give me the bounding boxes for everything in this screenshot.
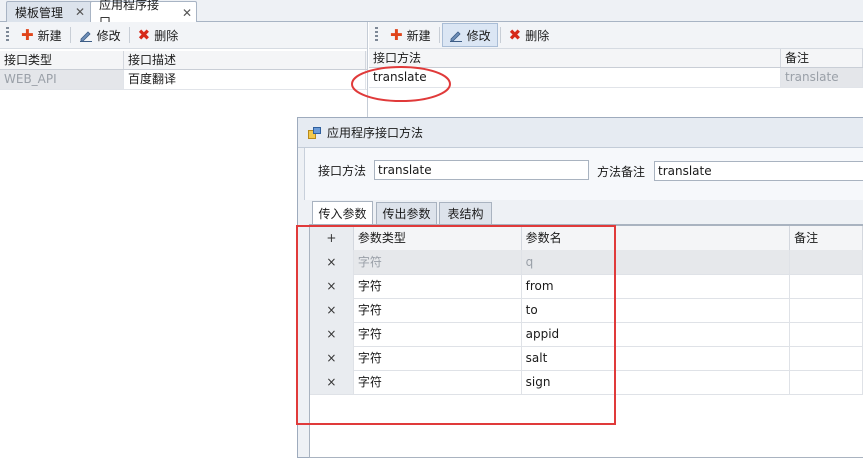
toolbar-separator xyxy=(499,27,501,43)
tab-label: 传入参数 xyxy=(318,206,367,221)
close-icon[interactable]: ✕ xyxy=(75,5,85,19)
delete-row-button[interactable]: × xyxy=(310,274,354,298)
column-header-param-name[interactable]: 参数名 xyxy=(522,226,791,250)
cell-param-note[interactable] xyxy=(790,370,863,394)
column-header-param-type[interactable]: 参数类型 xyxy=(354,226,522,250)
cell-param-name[interactable]: sign xyxy=(522,370,791,394)
dialog-title: 应用程序接口方法 xyxy=(327,126,424,140)
cell-interface-desc[interactable]: 百度翻译 xyxy=(124,70,366,89)
delete-button[interactable]: ✖ 删除 xyxy=(503,24,556,46)
cell-param-type[interactable]: 字符 xyxy=(354,298,522,322)
tab-input-params[interactable]: 传入参数 xyxy=(312,201,373,224)
params-grid: + 参数类型 参数名 备注 × 字符 q × 字符 from × 字符 to ×… xyxy=(309,225,863,458)
cell-interface-type[interactable]: WEB_API xyxy=(0,70,124,89)
edit-label: 修改 xyxy=(96,28,121,43)
cell-param-type[interactable]: 字符 xyxy=(354,274,522,298)
new-label: 新建 xyxy=(406,28,431,43)
window-icon xyxy=(308,126,321,139)
param-row[interactable]: × 字符 from xyxy=(310,274,863,299)
cell-param-note[interactable] xyxy=(790,298,863,322)
toolbar-separator xyxy=(438,27,440,43)
delete-row-button[interactable]: × xyxy=(310,322,354,346)
cell-param-note[interactable] xyxy=(790,346,863,370)
note-label: 方法备注 xyxy=(597,165,646,179)
new-button[interactable]: ✚ 新建 xyxy=(384,24,437,46)
delete-row-button[interactable]: × xyxy=(310,346,354,370)
cell-param-name[interactable]: salt xyxy=(522,346,791,370)
cell-param-name[interactable]: q xyxy=(522,250,791,274)
cell-method[interactable]: translate xyxy=(369,68,781,87)
param-row[interactable]: × 字符 sign xyxy=(310,370,863,395)
tab-label: 表结构 xyxy=(447,207,484,221)
column-header-param-note[interactable]: 备注 xyxy=(790,226,863,250)
cell-param-type[interactable]: 字符 xyxy=(354,370,522,394)
cell-param-name[interactable]: from xyxy=(522,274,791,298)
edit-label: 修改 xyxy=(466,28,491,43)
tab-label: 模板管理 xyxy=(15,5,64,20)
delete-row-button[interactable]: × xyxy=(310,250,354,274)
delete-label: 删除 xyxy=(525,28,550,43)
right-panel: ✚ 新建 修改 ✖ 删除 接口方法 备注 translate translate xyxy=(369,22,863,118)
tab-table-structure[interactable]: 表结构 xyxy=(439,202,492,224)
new-label: 新建 xyxy=(37,28,62,43)
plus-icon: ✚ xyxy=(21,25,34,44)
add-row-button[interactable]: + xyxy=(310,226,354,250)
column-header-interface-desc[interactable]: 接口描述 xyxy=(124,51,366,69)
cell-note[interactable]: translate xyxy=(781,68,863,87)
delete-label: 删除 xyxy=(154,28,179,43)
column-header-note[interactable]: 备注 xyxy=(781,49,863,67)
cell-param-note[interactable] xyxy=(790,322,863,346)
plus-icon: ✚ xyxy=(390,25,403,44)
edit-button[interactable]: 修改 xyxy=(441,23,498,47)
toolbar-grip[interactable] xyxy=(375,27,378,43)
table-row[interactable]: WEB_API 百度翻译 xyxy=(0,70,367,90)
toolbar-separator xyxy=(69,27,71,43)
param-row[interactable]: × 字符 q xyxy=(310,250,863,275)
cell-param-type[interactable]: 字符 xyxy=(354,346,522,370)
column-header-method[interactable]: 接口方法 xyxy=(369,49,781,67)
close-icon[interactable]: ✕ xyxy=(182,6,192,20)
method-input[interactable]: translate xyxy=(374,160,589,180)
note-input[interactable]: translate xyxy=(654,161,863,181)
pencil-icon xyxy=(449,31,462,42)
tab-output-params[interactable]: 传出参数 xyxy=(376,202,437,224)
pencil-icon xyxy=(79,31,92,42)
cell-param-note[interactable] xyxy=(790,274,863,298)
delete-icon: ✖ xyxy=(508,25,522,44)
cell-param-note[interactable] xyxy=(790,250,863,274)
column-header-interface-type[interactable]: 接口类型 xyxy=(0,51,124,69)
delete-row-button[interactable]: × xyxy=(310,298,354,322)
tab-application-interface[interactable]: 应用程序接口 ✕ xyxy=(90,0,197,29)
delete-icon: ✖ xyxy=(137,25,151,44)
cell-param-type[interactable]: 字符 xyxy=(354,250,522,274)
left-toolbar: ✚ 新建 修改 ✖ 删除 xyxy=(0,22,367,49)
dialog-titlebar[interactable]: 应用程序接口方法 xyxy=(298,118,863,148)
toolbar-separator xyxy=(128,27,130,43)
edit-button[interactable]: 修改 xyxy=(73,24,127,46)
param-row[interactable]: × 字符 salt xyxy=(310,346,863,371)
tab-template-management[interactable]: 模板管理 ✕ xyxy=(6,1,94,22)
table-row[interactable]: translate translate xyxy=(369,68,863,88)
right-toolbar: ✚ 新建 修改 ✖ 删除 xyxy=(369,22,863,49)
delete-row-button[interactable]: × xyxy=(310,370,354,394)
right-grid-header: 接口方法 备注 xyxy=(369,49,863,68)
method-label: 接口方法 xyxy=(318,164,367,178)
toolbar-grip[interactable] xyxy=(6,27,9,43)
new-button[interactable]: ✚ 新建 xyxy=(15,24,68,46)
param-row[interactable]: × 字符 appid xyxy=(310,322,863,347)
param-row[interactable]: × 字符 to xyxy=(310,298,863,323)
delete-button[interactable]: ✖ 删除 xyxy=(132,24,185,46)
tab-label: 传出参数 xyxy=(382,207,431,221)
cell-param-type[interactable]: 字符 xyxy=(354,322,522,346)
params-grid-header: + 参数类型 参数名 备注 xyxy=(310,226,863,251)
cell-param-name[interactable]: appid xyxy=(522,322,791,346)
left-grid-header: 接口类型 接口描述 xyxy=(0,51,367,70)
cell-param-name[interactable]: to xyxy=(522,298,791,322)
